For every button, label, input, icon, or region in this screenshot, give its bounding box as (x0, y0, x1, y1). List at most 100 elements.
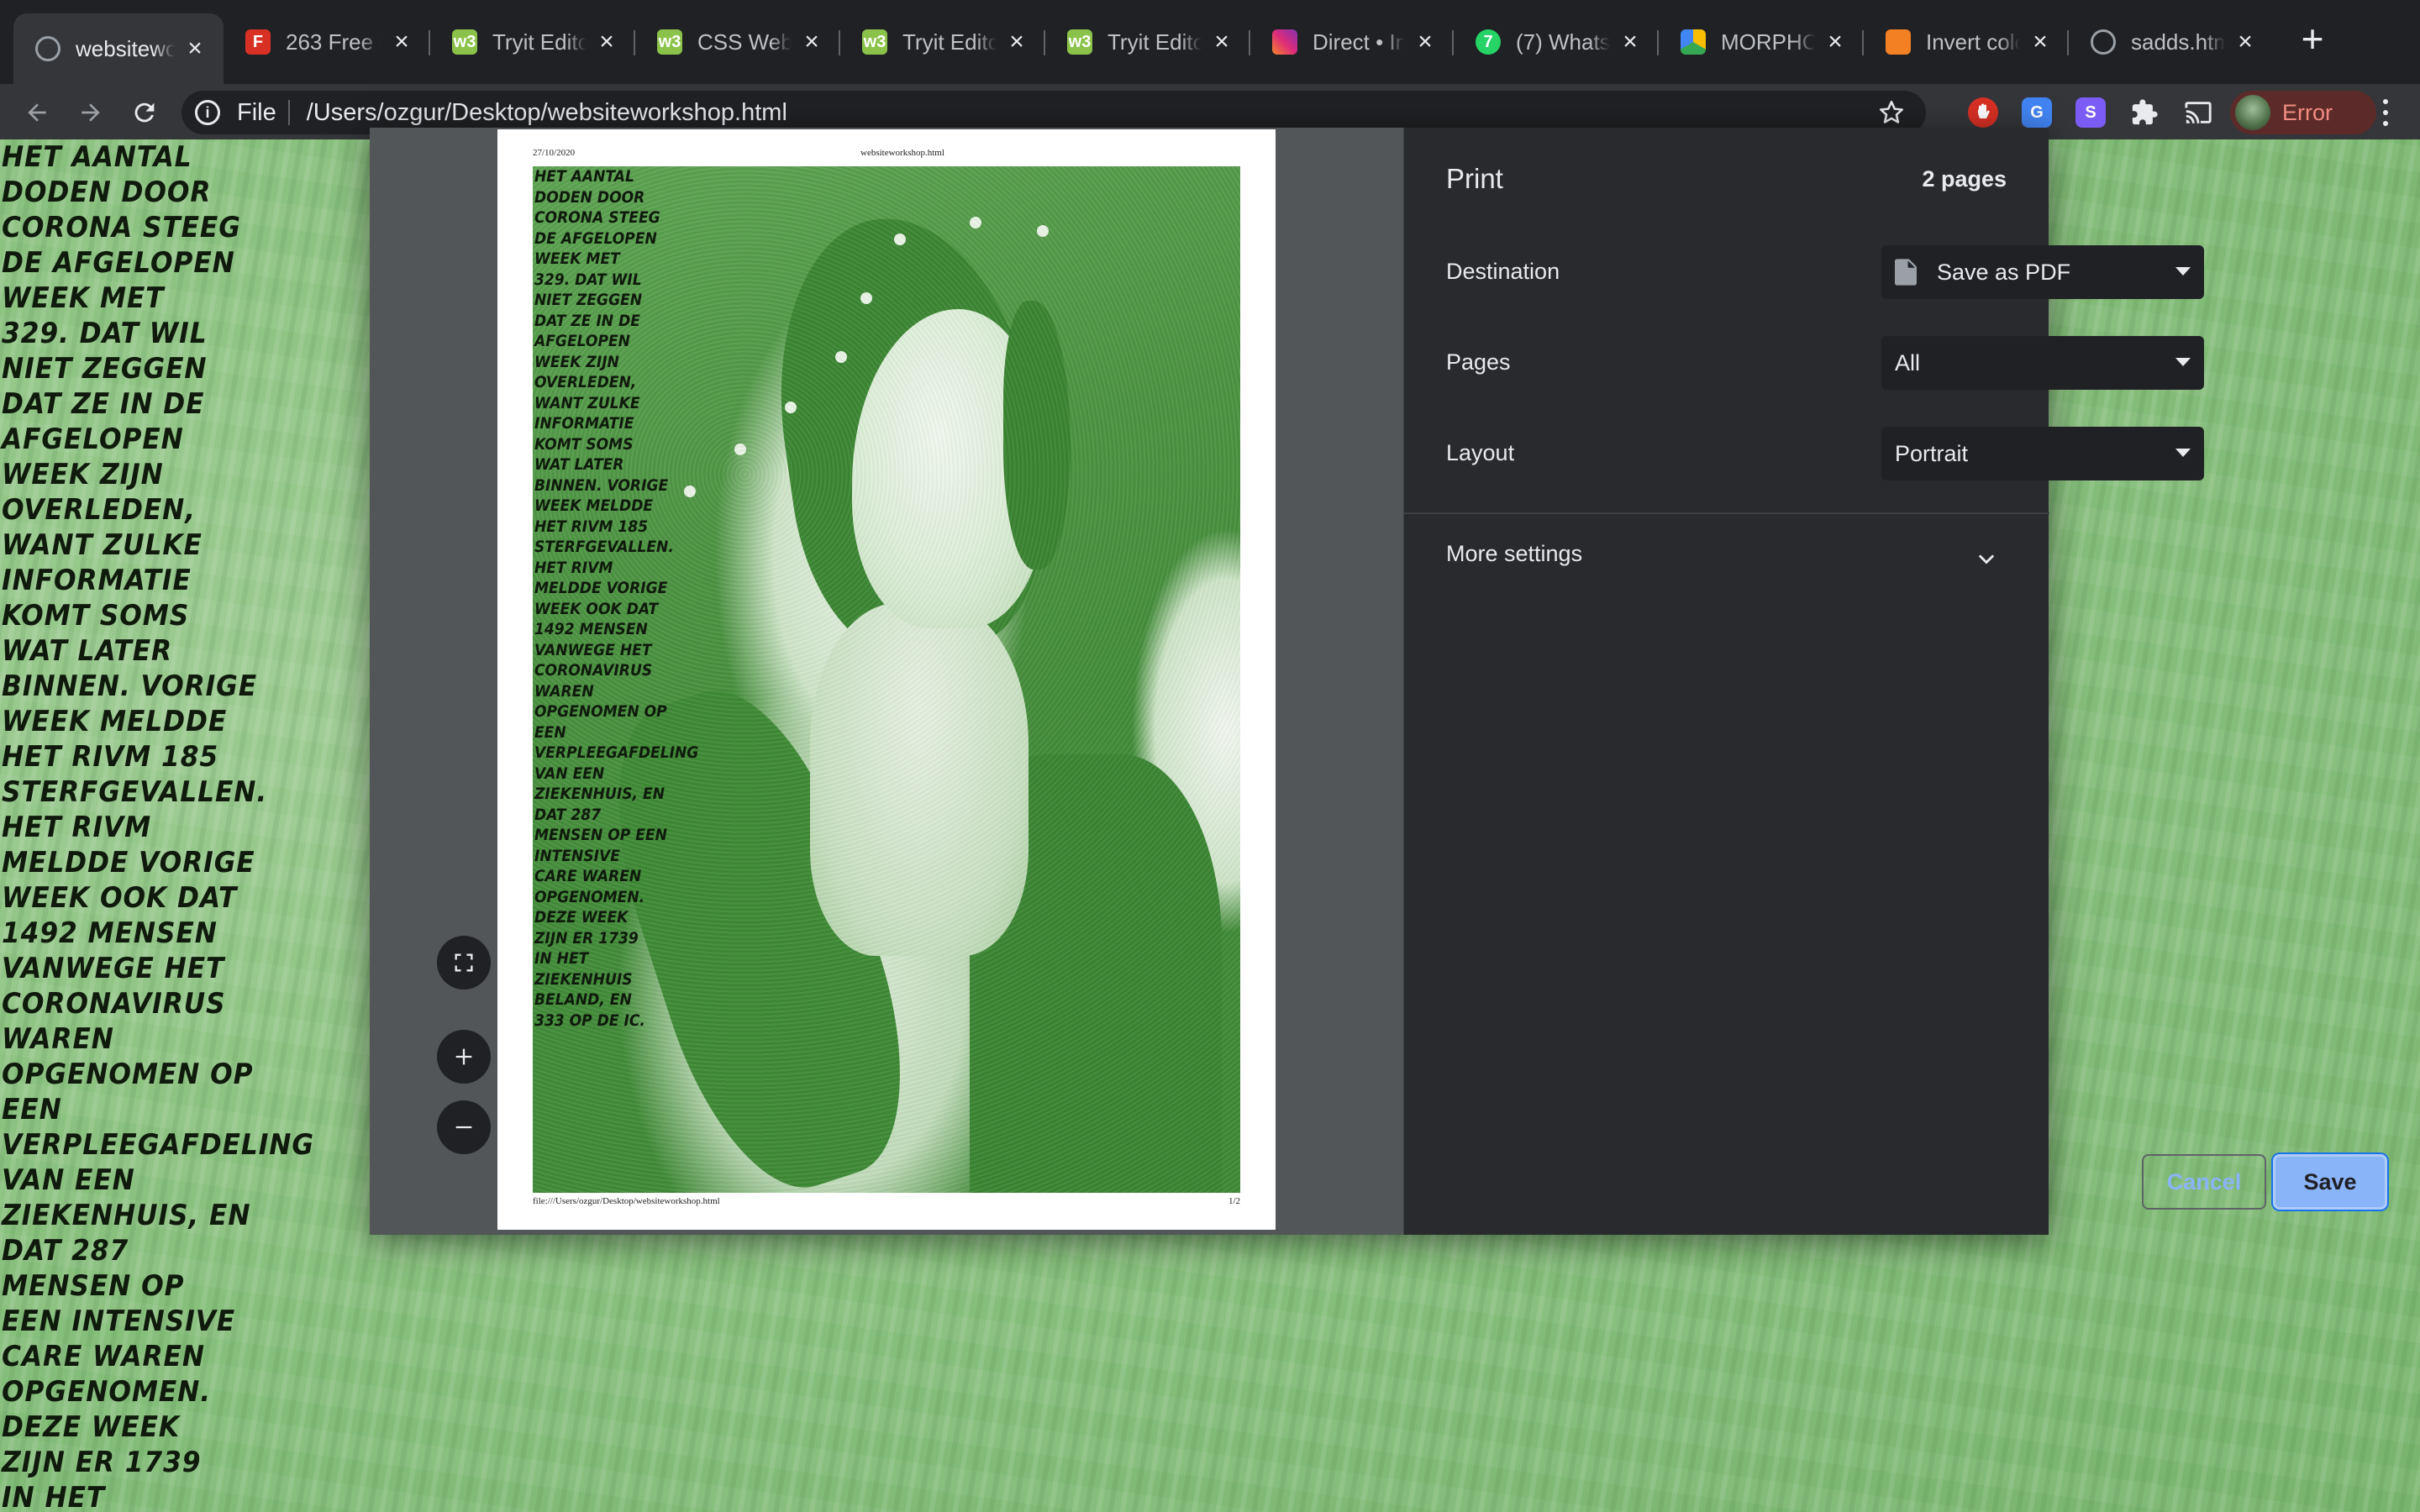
print-dialog: 27/10/2020 websiteworkshop.html HET AANT… (370, 128, 2387, 1235)
close-tab-icon[interactable]: × (1005, 28, 1028, 55)
browser-tab[interactable]: w3 Tryit Editor v3.6 × (430, 13, 635, 71)
preview-text-line: VERPLEEGAFDELING (534, 743, 699, 762)
tab-title: (7) WhatsApp (1516, 29, 1610, 55)
more-settings-toggle[interactable]: More settings (1446, 541, 1582, 567)
destination-select[interactable]: Save as PDF (1881, 245, 2204, 299)
preview-text-line: EEN (534, 722, 566, 742)
avatar (2235, 95, 2270, 130)
tab-title: Tryit Editor v3.6 (492, 29, 587, 55)
preview-text-line: INFORMATIE (534, 414, 634, 433)
browser-tab[interactable]: sadds.html × (2069, 13, 2274, 71)
forward-arrow-icon (82, 103, 100, 122)
close-tab-icon[interactable]: × (2233, 28, 2257, 55)
preview-text-line: WANT ZULKE (534, 393, 640, 412)
new-tab-button[interactable]: + (2294, 19, 2331, 59)
translate-extension-icon[interactable]: G (2022, 97, 2052, 128)
tab-title: sadds.html (2131, 29, 2225, 55)
preview-text-line: 1492 MENSEN (534, 620, 648, 638)
cast-icon[interactable] (2183, 97, 2213, 128)
zoom-in-button[interactable] (437, 1030, 491, 1084)
layout-value: Portrait (1895, 440, 1969, 466)
preview-text-line: HET RIVM (534, 558, 613, 577)
layout-label: Layout (1446, 440, 1515, 465)
whatsapp-icon: 7 (1476, 29, 1501, 55)
browser-tab[interactable]: 7 (7) WhatsApp × (1454, 13, 1659, 71)
preview-text-line: CORONA STEEG (534, 208, 660, 227)
close-tab-icon[interactable]: × (390, 28, 413, 55)
preview-text-line: HET RIVM 185 (534, 517, 649, 536)
font-f-icon: F (245, 29, 271, 55)
extensions-puzzle-icon[interactable] (2129, 97, 2160, 128)
pages-value: All (1895, 349, 1921, 375)
preview-text-line: DAT 287 (534, 805, 602, 824)
tab-strip: websiteworkshop.html × F 263 Free Online Fo… (0, 0, 2420, 84)
w3-icon: w3 (862, 29, 887, 55)
preview-text-line: DEZE WEEK (534, 908, 629, 927)
close-tab-icon[interactable]: × (1413, 28, 1437, 55)
preview-text-line: DAT ZE IN DE (534, 311, 640, 330)
chevron-down-icon (2175, 358, 2191, 366)
reload-button[interactable] (126, 94, 163, 131)
preview-text-line: VANWEGE HET (534, 640, 652, 659)
close-tab-icon[interactable]: × (1618, 28, 1642, 55)
preview-text-line: KOMT SOMS (534, 434, 634, 454)
fit-to-page-button[interactable] (437, 936, 491, 990)
layout-select[interactable]: Portrait (1881, 427, 2204, 480)
tab-title: Invert colors (1926, 29, 2020, 55)
close-tab-icon[interactable]: × (1823, 28, 1847, 55)
close-tab-icon[interactable]: × (1210, 28, 1234, 55)
close-tab-icon[interactable]: × (595, 28, 618, 55)
preview-text-line: WEEK ZIJN (534, 352, 619, 371)
browser-tab[interactable]: w3 Tryit Editor v3.6 × (1045, 13, 1250, 71)
close-tab-icon[interactable]: × (800, 28, 823, 55)
zoom-out-button[interactable] (437, 1100, 491, 1154)
w3-icon: w3 (1067, 29, 1092, 55)
adblock-extension-icon[interactable] (1968, 97, 1998, 128)
extension-s-icon[interactable]: S (2075, 97, 2106, 128)
w3-icon: w3 (452, 29, 477, 55)
browser-tab[interactable]: w3 CSS Web Fonts × (635, 13, 840, 71)
bookmark-star-icon[interactable] (1877, 98, 1906, 127)
settings-divider (1404, 512, 2049, 514)
browser-menu-icon[interactable] (2373, 96, 2398, 129)
preview-header-date: 27/10/2020 (533, 148, 576, 158)
chevron-down-icon (2175, 449, 2191, 457)
preview-text-line: CARE WAREN (534, 867, 642, 885)
preview-text-line: 329. DAT WIL (534, 270, 642, 289)
minus-icon (455, 1126, 472, 1129)
preview-text-line: INTENSIVE (534, 846, 620, 865)
browser-tab[interactable]: MORPHCULTURE × (1659, 13, 1864, 71)
back-button[interactable] (18, 94, 55, 131)
pages-select[interactable]: All (1881, 336, 2204, 390)
back-arrow-icon (28, 103, 46, 122)
forward-button[interactable] (72, 94, 109, 131)
reload-icon (134, 102, 155, 123)
preview-text-line: ZIEKENHUIS, EN (534, 785, 666, 803)
browser-tab[interactable]: F 263 Free Online Fonts × (224, 13, 430, 71)
preview-text-line: WEEK OOK DAT (534, 599, 659, 618)
browser-tab[interactable]: websiteworkshop.html × (13, 13, 224, 84)
preview-text-line: NIET ZEGGEN (534, 291, 643, 309)
browser-tab[interactable]: w3 Tryit Editor v3.6 × (840, 13, 1045, 71)
file-icon (1895, 259, 1917, 286)
chevron-down-icon (2175, 267, 2191, 276)
close-tab-icon[interactable]: × (2028, 28, 2052, 55)
url-text[interactable]: /Users/ozgur/Desktop/websiteworkshop.htm… (307, 99, 1877, 127)
browser-tab[interactable]: Direct • Instagram × (1250, 13, 1454, 71)
chevron-down-icon[interactable] (1975, 548, 1998, 571)
print-title: Print (1446, 163, 1503, 194)
profile-status-label: Error (2282, 99, 2333, 125)
save-button[interactable]: Save (2273, 1154, 2387, 1210)
preview-text-line: HET AANTAL (534, 167, 634, 186)
profile-button[interactable]: Error (2230, 91, 2376, 134)
url-scheme-label: File (237, 98, 276, 126)
preview-text-line: STERFGEVALLEN. (534, 538, 674, 556)
site-info-icon[interactable]: i (195, 100, 220, 125)
cancel-button[interactable]: Cancel (2142, 1154, 2266, 1210)
tab-title: Tryit Editor v3.6 (902, 29, 997, 55)
preview-body-text: HET AANTAL DODEN DOOR CORONA STEEG DE AFGEL… (534, 166, 731, 1031)
pages-label: Pages (1446, 349, 1511, 375)
close-tab-icon[interactable]: × (183, 34, 207, 62)
preview-footer-url: file:///Users/ozgur/Desktop/websiteworks… (533, 1196, 720, 1206)
browser-tab[interactable]: Invert colors × (1864, 13, 2069, 71)
